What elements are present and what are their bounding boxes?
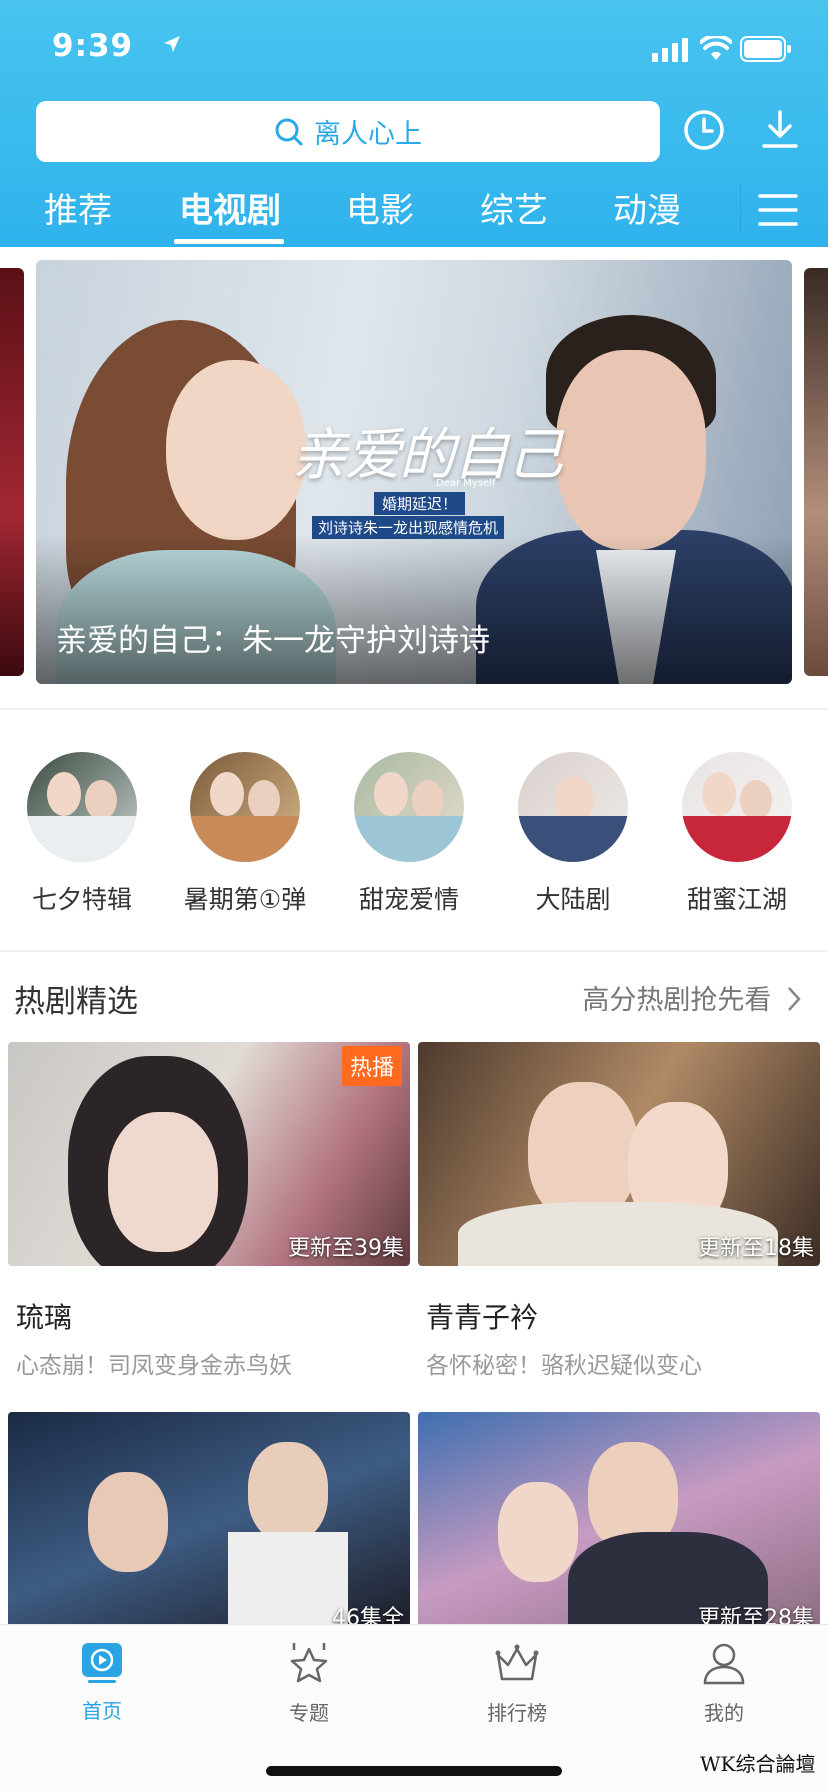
tabbar-label: 专题 bbox=[289, 1701, 329, 1725]
banner-caption: 亲爱的自己：朱一龙守护刘诗诗 bbox=[56, 623, 490, 659]
featured-banner[interactable]: 亲爱的自己 Dear Myself 婚期延迟！ 刘诗诗朱一龙出现感情危机 亲爱的… bbox=[36, 260, 792, 684]
tab-movies[interactable]: 电影 bbox=[346, 183, 414, 232]
category-label: 甜宠爱情 bbox=[358, 885, 459, 914]
tab-recommend[interactable]: 推荐 bbox=[44, 183, 112, 232]
category-label: 暑期第①弹 bbox=[183, 885, 307, 914]
active-tab-indicator bbox=[174, 239, 284, 244]
category-thumb bbox=[682, 752, 792, 862]
home-indicator[interactable] bbox=[266, 1766, 562, 1776]
tabbar-profile[interactable]: 我的 bbox=[664, 1641, 784, 1726]
play-screen-icon bbox=[82, 1643, 122, 1683]
tabbar-topics[interactable]: 专题 bbox=[249, 1641, 369, 1726]
crown-icon bbox=[495, 1644, 539, 1681]
tabbar-label: 排行榜 bbox=[487, 1701, 547, 1725]
section-more-label: 高分热剧抢先看 bbox=[582, 985, 772, 1016]
category-label: 甜蜜江湖 bbox=[686, 885, 787, 914]
divider bbox=[0, 950, 828, 952]
drama-card[interactable]: 更新至28集 bbox=[418, 1412, 820, 1636]
category-thumb bbox=[518, 752, 628, 862]
category-qixi[interactable]: 七夕特辑 bbox=[7, 752, 157, 916]
drama-card[interactable]: 热播 更新至39集 琉璃 心态崩！司凤变身金赤鸟妖 bbox=[8, 1042, 410, 1380]
channel-menu-icon[interactable] bbox=[740, 186, 804, 234]
category-label: 七夕特辑 bbox=[31, 885, 132, 914]
header: 9:39 离人心上 推荐 电视剧 电影 综艺 动漫 bbox=[0, 0, 828, 247]
download-icon[interactable] bbox=[758, 108, 802, 152]
chevron-right-icon bbox=[788, 987, 801, 1011]
category-thumb bbox=[27, 752, 137, 862]
drama-thumbnail: 更新至18集 bbox=[418, 1042, 820, 1266]
category-thumb bbox=[190, 752, 300, 862]
tabbar-label: 首页 bbox=[82, 1699, 122, 1723]
drama-title: 青青子衿 bbox=[426, 1301, 539, 1334]
status-bar: 9:39 bbox=[0, 0, 828, 98]
episode-count: 更新至39集 bbox=[288, 1236, 404, 1261]
tab-anime[interactable]: 动漫 bbox=[613, 183, 681, 232]
tabbar-ranking[interactable]: 排行榜 bbox=[457, 1641, 577, 1726]
drama-thumbnail: 46集全 bbox=[8, 1412, 410, 1636]
banner-logo-title: 亲爱的自己 bbox=[291, 423, 563, 488]
category-thumb bbox=[354, 752, 464, 862]
location-arrow-icon bbox=[164, 36, 180, 52]
tabbar-home[interactable]: 首页 bbox=[42, 1641, 162, 1724]
carousel-prev-slide[interactable] bbox=[0, 268, 24, 676]
category-label: 大陆剧 bbox=[535, 885, 611, 914]
carousel-next-slide[interactable] bbox=[804, 268, 828, 676]
category-tabs: 推荐 电视剧 电影 综艺 动漫 bbox=[0, 183, 828, 247]
category-sweet-jianghu[interactable]: 甜蜜江湖 bbox=[662, 752, 812, 916]
cellular-signal-icon bbox=[652, 38, 688, 62]
star-icon bbox=[290, 1643, 328, 1683]
search-placeholder: 离人心上 bbox=[314, 119, 422, 150]
watermark-text: WK综合論壇 bbox=[700, 1752, 816, 1776]
category-mainland[interactable]: 大陆剧 bbox=[498, 752, 648, 916]
category-sweet-romance[interactable]: 甜宠爱情 bbox=[334, 752, 484, 916]
category-summer[interactable]: 暑期第①弹 bbox=[170, 752, 320, 916]
tab-variety[interactable]: 综艺 bbox=[480, 183, 548, 232]
drama-title: 琉璃 bbox=[16, 1301, 73, 1334]
drama-card[interactable]: 更新至18集 青青子衿 各怀秘密！骆秋迟疑似变心 bbox=[418, 1042, 820, 1380]
battery-icon bbox=[740, 36, 791, 62]
history-clock-icon[interactable] bbox=[682, 108, 726, 152]
episode-count: 更新至18集 bbox=[698, 1236, 814, 1261]
divider bbox=[0, 708, 828, 710]
drama-subtitle: 心态崩！司凤变身金赤鸟妖 bbox=[16, 1353, 292, 1379]
banner-logo-english: Dear Myself bbox=[436, 478, 496, 489]
section-title: 热剧精选 bbox=[14, 984, 138, 1020]
search-input[interactable]: 离人心上 bbox=[36, 101, 660, 162]
drama-thumbnail: 更新至28集 bbox=[418, 1412, 820, 1636]
drama-card[interactable]: 46集全 bbox=[8, 1412, 410, 1636]
user-icon bbox=[703, 1643, 745, 1685]
hot-badge: 热播 bbox=[341, 1046, 402, 1086]
tab-tv-series[interactable]: 电视剧 bbox=[179, 183, 281, 232]
section-more-link[interactable]: 高分热剧抢先看 bbox=[582, 978, 802, 1017]
tabbar-label: 我的 bbox=[704, 1701, 744, 1725]
banner-logo-tagline: 婚期延迟！ bbox=[374, 492, 466, 515]
drama-subtitle: 各怀秘密！骆秋迟疑似变心 bbox=[426, 1353, 702, 1379]
drama-thumbnail: 热播 更新至39集 bbox=[8, 1042, 410, 1266]
wifi-icon bbox=[700, 36, 732, 60]
search-icon bbox=[275, 118, 303, 145]
status-time: 9:39 bbox=[52, 28, 134, 64]
